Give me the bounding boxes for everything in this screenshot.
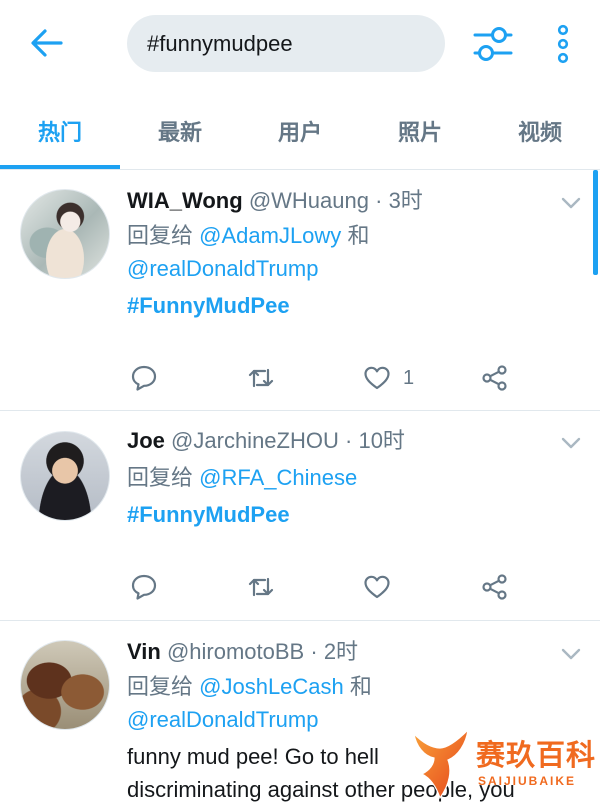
- search-input[interactable]: #funnymudpee: [127, 15, 445, 72]
- timestamp: 2时: [323, 639, 359, 664]
- tweet-text: #FunnyMudPee: [127, 498, 290, 532]
- mention-link[interactable]: @realDonaldTrump: [127, 256, 318, 281]
- tweet-divider: [0, 620, 600, 621]
- user-handle[interactable]: @hiromotoBB: [167, 639, 304, 664]
- tweet-menu-button[interactable]: [560, 436, 582, 450]
- share-icon: [481, 574, 509, 605]
- tab-users[interactable]: 用户: [240, 108, 360, 158]
- reply-icon: [130, 574, 158, 605]
- share-icon: [481, 365, 509, 396]
- avatar[interactable]: [20, 431, 110, 521]
- reply-button[interactable]: [130, 573, 158, 601]
- share-button[interactable]: [481, 573, 509, 601]
- mention-link[interactable]: @AdamJLowy: [199, 223, 341, 248]
- scrollbar[interactable]: [593, 170, 598, 275]
- watermark: 赛玖百科 SAIJIUBAIKE: [410, 724, 596, 804]
- more-options-button[interactable]: [553, 24, 573, 64]
- like-button[interactable]: [363, 573, 391, 601]
- tweet-header: Joe @JarchineZHOU · 10时: [127, 424, 405, 458]
- retweet-button[interactable]: [247, 573, 275, 601]
- more-vertical-icon: [553, 24, 573, 68]
- retweet-icon: [247, 577, 275, 605]
- avatar[interactable]: [20, 189, 110, 279]
- reply-context: 回复给 @RFA_Chinese: [127, 461, 357, 495]
- hashtag-link[interactable]: #FunnyMudPee: [127, 293, 290, 318]
- reply-prefix: 回复给: [127, 674, 194, 699]
- user-handle[interactable]: @JarchineZHOU: [171, 428, 339, 453]
- tab-photos[interactable]: 照片: [360, 108, 480, 158]
- separator: ·: [310, 639, 318, 664]
- reply-button[interactable]: [130, 364, 158, 392]
- tab-hot[interactable]: 热门: [0, 108, 120, 158]
- like-icon: [363, 575, 391, 605]
- separator: ·: [345, 428, 353, 453]
- reply-prefix: 回复给: [127, 223, 194, 248]
- mention-link[interactable]: @JoshLeCash: [199, 674, 344, 699]
- tweet-text-line: funny mud pee! Go to hell: [127, 744, 379, 769]
- watermark-subtitle: SAIJIUBAIKE: [478, 774, 577, 788]
- retweet-icon: [247, 368, 275, 396]
- separator: ·: [375, 188, 383, 213]
- hashtag-link[interactable]: #FunnyMudPee: [127, 502, 290, 527]
- tabs-divider: [0, 169, 600, 170]
- display-name[interactable]: Joe: [127, 428, 165, 453]
- reply-conjunction: 和: [349, 674, 372, 699]
- search-query: #funnymudpee: [147, 31, 293, 56]
- tweet-header: WIA_Wong @WHuaung · 3时: [127, 184, 423, 218]
- filter-button[interactable]: [472, 24, 514, 64]
- reply-conjunction: 和: [347, 223, 370, 248]
- reply-context: 回复给 @JoshLeCash 和: [127, 670, 372, 704]
- tweet-text: #FunnyMudPee: [127, 289, 290, 323]
- like-icon: [363, 366, 391, 396]
- like-count: 1: [403, 367, 415, 389]
- back-arrow-icon: [28, 29, 66, 64]
- chevron-down-icon: [560, 197, 582, 214]
- mention-link[interactable]: @RFA_Chinese: [199, 465, 357, 490]
- like-button[interactable]: [363, 364, 391, 392]
- reply-icon: [130, 365, 158, 396]
- retweet-button[interactable]: [247, 364, 275, 392]
- tab-latest[interactable]: 最新: [120, 108, 240, 158]
- reply-context: 回复给 @AdamJLowy 和: [127, 219, 369, 253]
- chevron-down-icon: [560, 437, 582, 454]
- watermark-logo-icon: [410, 726, 472, 807]
- reply-context-continued: @realDonaldTrump: [127, 252, 318, 286]
- tweet-header: Vin @hiromotoBB · 2时: [127, 635, 358, 669]
- share-button[interactable]: [481, 364, 509, 392]
- watermark-title: 赛玖百科: [476, 740, 597, 772]
- sliders-icon: [472, 27, 514, 68]
- display-name[interactable]: Vin: [127, 639, 161, 664]
- back-button[interactable]: [28, 26, 66, 60]
- chevron-down-icon: [560, 648, 582, 665]
- timestamp: 10时: [358, 428, 405, 453]
- reply-context-continued: @realDonaldTrump: [127, 703, 318, 737]
- tweet-menu-button[interactable]: [560, 196, 582, 210]
- display-name[interactable]: WIA_Wong: [127, 188, 243, 213]
- tab-videos[interactable]: 视频: [480, 108, 600, 158]
- tweet-menu-button[interactable]: [560, 647, 582, 661]
- reply-prefix: 回复给: [127, 465, 194, 490]
- avatar[interactable]: [20, 640, 110, 730]
- user-handle[interactable]: @WHuaung: [249, 188, 369, 213]
- mention-link[interactable]: @realDonaldTrump: [127, 707, 318, 732]
- tweet-divider: [0, 410, 600, 411]
- timestamp: 3时: [388, 188, 423, 213]
